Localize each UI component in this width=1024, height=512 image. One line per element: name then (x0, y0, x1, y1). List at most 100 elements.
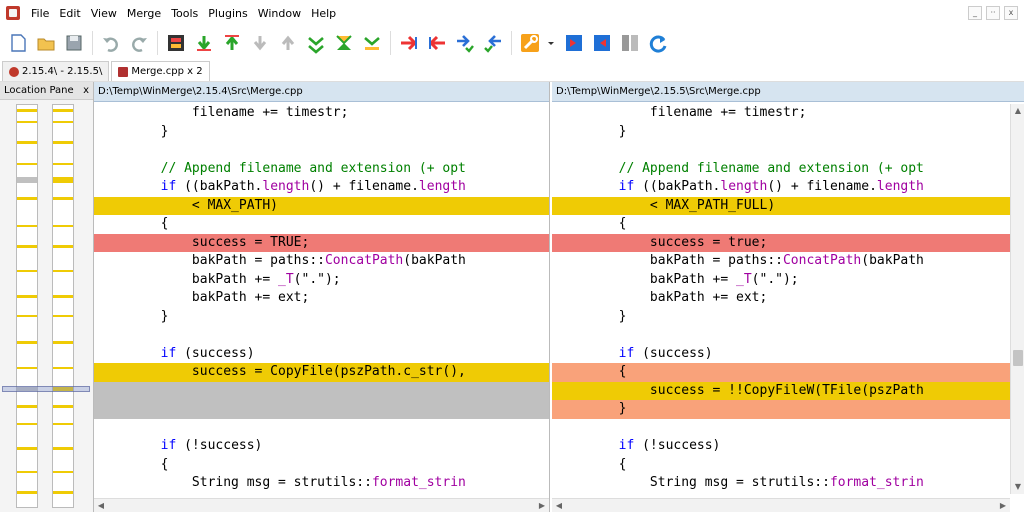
code-line[interactable]: success = TRUE; (94, 233, 549, 252)
right-vertical-scrollbar[interactable]: ▲ ▼ (1010, 104, 1024, 494)
menu-edit[interactable]: Edit (54, 7, 85, 20)
menu-merge[interactable]: Merge (122, 7, 166, 20)
menu-help[interactable]: Help (306, 7, 341, 20)
right-horizontal-scrollbar[interactable]: ◀ ▶ (552, 498, 1010, 512)
code-line[interactable] (552, 326, 1010, 345)
code-line[interactable]: // Append filename and extension (+ opt (94, 160, 549, 179)
scroll-left-icon[interactable]: ◀ (552, 499, 566, 512)
code-line[interactable]: filename += timestr; (94, 104, 549, 123)
scroll-down-icon[interactable]: ▼ (1011, 480, 1024, 494)
code-line[interactable]: success = CopyFile(pszPath.c_str(), (94, 363, 549, 382)
location-pane-close-icon[interactable]: x (83, 85, 89, 96)
code-line[interactable] (94, 419, 549, 438)
minimize-button[interactable]: _ (968, 6, 982, 20)
save-icon[interactable] (62, 30, 86, 56)
tab-file-compare[interactable]: Merge.cpp x 2 (111, 61, 210, 81)
right-code-view[interactable]: filename += timestr; } // Append filenam… (552, 104, 1010, 494)
menu-window[interactable]: Window (253, 7, 306, 20)
open-folder-icon[interactable] (34, 30, 58, 56)
copy-right-advance-icon[interactable] (453, 30, 477, 56)
code-line[interactable]: < MAX_PATH) (94, 196, 549, 215)
copy-right-icon[interactable] (397, 30, 421, 56)
restore-button[interactable]: ·· (986, 6, 1000, 20)
copy-left-icon[interactable] (425, 30, 449, 56)
refresh-icon[interactable] (646, 30, 670, 56)
menu-tools[interactable]: Tools (166, 7, 203, 20)
vertical-scroll-thumb[interactable] (1013, 350, 1023, 366)
code-line[interactable]: < MAX_PATH_FULL) (552, 196, 1010, 215)
winmerge-app-icon[interactable] (6, 6, 20, 20)
tab-file-compare-label: Merge.cpp x 2 (131, 66, 203, 77)
code-line[interactable]: success = !!CopyFileW(TFile(pszPath (552, 381, 1010, 400)
code-line[interactable]: bakPath += ext; (552, 289, 1010, 308)
copy-left-advance-icon[interactable] (481, 30, 505, 56)
tab-folder-compare[interactable]: 2.15.4\ - 2.15.5\ (2, 61, 110, 81)
first-diff-icon[interactable] (248, 30, 272, 56)
options-dropdown-icon[interactable] (546, 30, 556, 56)
left-code-view[interactable]: filename += timestr; } // Append filenam… (94, 104, 549, 494)
close-button[interactable]: x (1004, 6, 1018, 20)
code-line[interactable] (94, 141, 549, 160)
rescan-compare-icon[interactable] (590, 30, 614, 56)
scroll-up-icon[interactable]: ▲ (1011, 104, 1024, 118)
code-line[interactable]: { (94, 456, 549, 475)
filmstrip-icon[interactable] (164, 30, 188, 56)
new-icon[interactable] (6, 30, 30, 56)
right-file-pane[interactable]: D:\Temp\WinMerge\2.15.5\Src\Merge.cpp fi… (552, 82, 1024, 512)
code-line[interactable]: { (552, 363, 1010, 382)
code-line[interactable] (552, 419, 1010, 438)
location-bar-right[interactable] (52, 104, 74, 508)
code-line[interactable]: } (94, 123, 549, 142)
code-line[interactable]: { (552, 215, 1010, 234)
undo-icon[interactable] (99, 30, 123, 56)
code-line[interactable]: } (552, 400, 1010, 419)
last-diff-icon[interactable] (276, 30, 300, 56)
code-line[interactable] (552, 141, 1010, 160)
code-line[interactable]: } (552, 123, 1010, 142)
current-diff-icon[interactable] (332, 30, 356, 56)
code-line[interactable]: bakPath = paths::ConcatPath(bakPath (94, 252, 549, 271)
scroll-left-icon[interactable]: ◀ (94, 499, 108, 512)
next-diff-icon[interactable] (192, 30, 216, 56)
code-line[interactable]: String msg = strutils::format_strin (94, 474, 549, 493)
code-line[interactable]: // Append filename and extension (+ opt (552, 160, 1010, 179)
compare-icon[interactable] (562, 30, 586, 56)
location-pane-title: Location Pane (4, 85, 74, 96)
code-line[interactable]: bakPath += ext; (94, 289, 549, 308)
scroll-right-icon[interactable]: ▶ (996, 499, 1010, 512)
code-line[interactable]: } (552, 308, 1010, 327)
code-line[interactable]: { (552, 456, 1010, 475)
redo-icon[interactable] (127, 30, 151, 56)
code-line[interactable]: filename += timestr; (552, 104, 1010, 123)
code-line[interactable]: if (!success) (552, 437, 1010, 456)
all-diffs-icon[interactable] (304, 30, 328, 56)
code-line[interactable]: String msg = strutils::format_strin (552, 474, 1010, 493)
code-line[interactable] (94, 381, 549, 400)
code-line[interactable]: if (success) (94, 345, 549, 364)
code-line[interactable]: if ((bakPath.length() + filename.length (94, 178, 549, 197)
left-file-pane[interactable]: D:\Temp\WinMerge\2.15.4\Src\Merge.cpp fi… (94, 82, 550, 512)
code-line[interactable]: } (94, 308, 549, 327)
code-line[interactable] (94, 400, 549, 419)
code-line[interactable]: bakPath += _T("."); (94, 271, 549, 290)
code-line[interactable] (94, 326, 549, 345)
code-line[interactable]: success = true; (552, 233, 1010, 252)
options-wrench-icon[interactable] (518, 30, 542, 56)
scroll-right-icon[interactable]: ▶ (535, 499, 549, 512)
split-icon[interactable] (618, 30, 642, 56)
menu-view[interactable]: View (86, 7, 122, 20)
left-horizontal-scrollbar[interactable]: ◀ ▶ (94, 498, 549, 512)
code-line[interactable]: { (94, 215, 549, 234)
code-line[interactable]: if ((bakPath.length() + filename.length (552, 178, 1010, 197)
goto-diff-icon[interactable] (360, 30, 384, 56)
menu-plugins[interactable]: Plugins (203, 7, 252, 20)
code-line[interactable]: if (success) (552, 345, 1010, 364)
code-line[interactable]: bakPath = paths::ConcatPath(bakPath (552, 252, 1010, 271)
code-line[interactable]: bakPath += _T("."); (552, 271, 1010, 290)
code-line[interactable]: if (!success) (94, 437, 549, 456)
location-viewport-indicator[interactable] (2, 386, 90, 392)
menu-file[interactable]: File (26, 7, 54, 20)
location-pane[interactable]: Location Pane x (0, 82, 94, 512)
prev-diff-icon[interactable] (220, 30, 244, 56)
location-bar-left[interactable] (16, 104, 38, 508)
